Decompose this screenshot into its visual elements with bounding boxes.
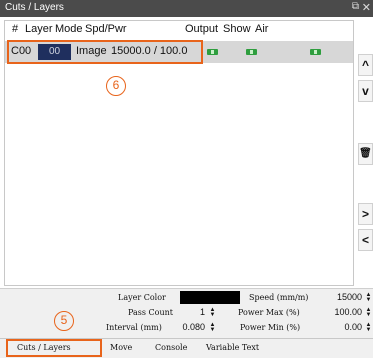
window-titlebar: Cuts / Layers ⧉ ✕ (0, 0, 373, 17)
tab-variable-text[interactable]: Variable Text (206, 343, 259, 352)
speed-value[interactable]: 15000 (320, 292, 362, 302)
layer-color-label: Layer Color (118, 293, 166, 302)
tab-move[interactable]: Move (110, 343, 132, 352)
speed-stepper[interactable]: ▲ ▼ (365, 292, 372, 304)
power-max-value[interactable]: 100.00 (320, 307, 362, 317)
layer-color-picker[interactable] (180, 291, 240, 304)
column-header-output[interactable]: Output (185, 23, 218, 35)
pass-count-value[interactable]: 1 (170, 307, 205, 317)
chevron-right-icon[interactable]: > (358, 203, 373, 225)
air-toggle[interactable] (310, 49, 321, 55)
chevron-left-icon[interactable]: < (358, 229, 373, 251)
output-toggle[interactable] (207, 49, 218, 55)
column-header-spd-pwr[interactable]: Spd/Pwr (85, 23, 127, 35)
trash-icon[interactable]: 🗑 (358, 143, 373, 165)
power-min-stepper[interactable]: ▲ ▼ (365, 322, 372, 334)
pass-count-label: Pass Count (128, 308, 174, 317)
window-title: Cuts / Layers (5, 2, 64, 13)
power-min-label: Power Min (%) (240, 323, 301, 332)
close-icon[interactable]: ✕ (362, 1, 371, 14)
row-highlight-box (7, 40, 203, 64)
chevron-up-icon[interactable]: ^ (358, 54, 373, 76)
power-min-value[interactable]: 0.00 (320, 322, 362, 332)
column-header-show[interactable]: Show (223, 23, 251, 35)
column-header-index[interactable]: # (12, 23, 18, 35)
interval-stepper[interactable]: ▲ ▼ (209, 322, 216, 334)
tab-console[interactable]: Console (155, 343, 187, 352)
tab-highlight-box (6, 339, 102, 357)
speed-label: Speed (mm/m) (249, 293, 309, 302)
column-header-mode[interactable]: Mode (55, 23, 83, 35)
interval-label: Interval (mm) (106, 323, 162, 332)
pass-count-stepper[interactable]: ▲ ▼ (209, 307, 216, 319)
power-max-label: Power Max (%) (238, 308, 300, 317)
callout-6: 6 (106, 76, 126, 96)
chevron-down-icon[interactable]: v (358, 80, 373, 102)
show-toggle[interactable] (246, 49, 257, 55)
column-header-layer[interactable]: Layer (25, 23, 53, 35)
column-header-air[interactable]: Air (255, 23, 268, 35)
interval-value[interactable]: 0.080 (170, 322, 205, 332)
power-max-stepper[interactable]: ▲ ▼ (365, 307, 372, 319)
callout-5: 5 (54, 311, 74, 331)
float-icon[interactable]: ⧉ (352, 1, 359, 12)
